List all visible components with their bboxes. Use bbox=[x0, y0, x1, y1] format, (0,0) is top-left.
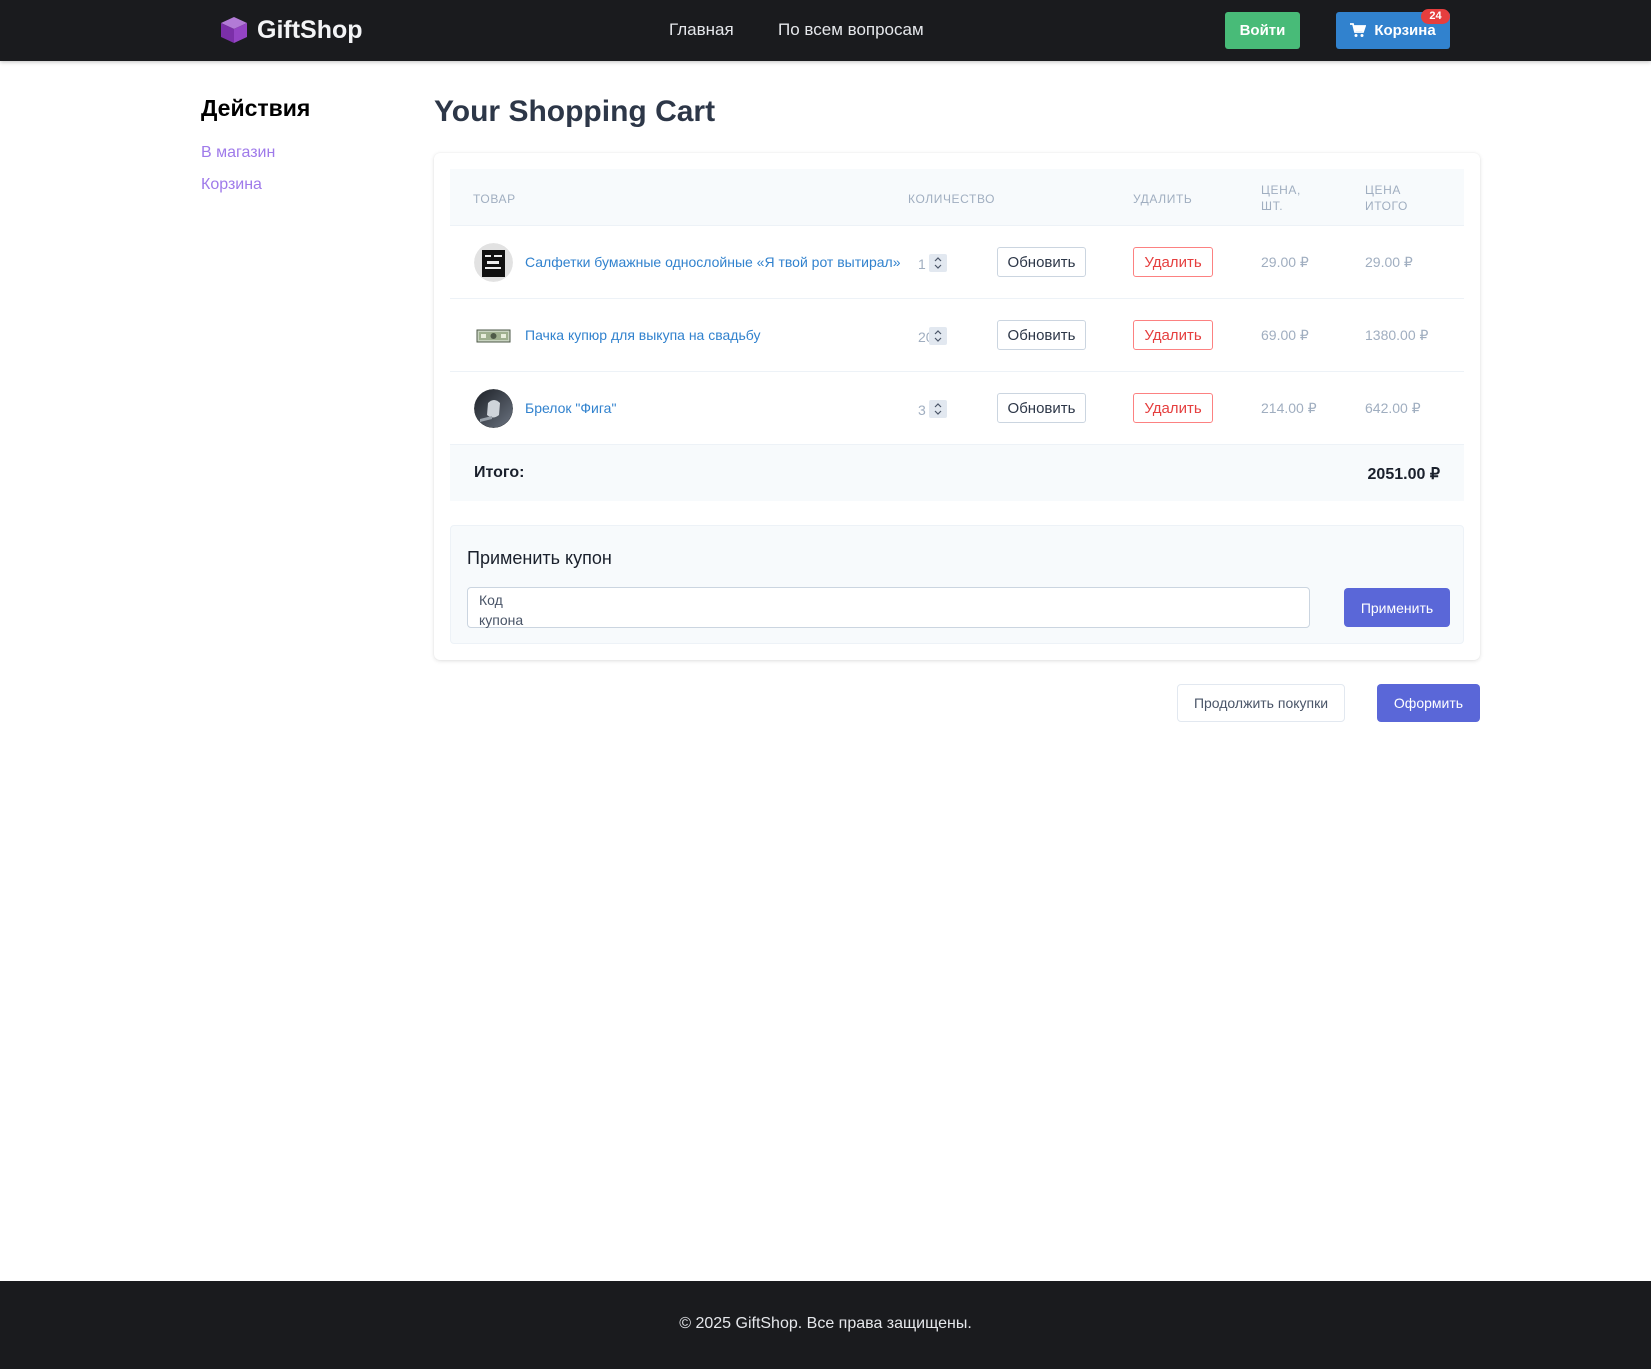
product-link[interactable]: Пачка купюр для выкупа на свадьбу bbox=[525, 327, 760, 343]
brand-logo[interactable]: GiftShop bbox=[219, 15, 363, 45]
cart-total-row: Итого: 2051.00 ₽ bbox=[450, 445, 1464, 501]
table-header: ТОВАР КОЛИЧЕСТВО УДАЛИТЬ ЦЕНА, ШТ. ЦЕНА … bbox=[450, 169, 1464, 226]
product-link[interactable]: Салфетки бумажные однослойные «Я твой ро… bbox=[525, 254, 900, 270]
cart-button-label: Корзина bbox=[1374, 22, 1436, 39]
unit-price: 214.00 ₽ bbox=[1261, 400, 1317, 416]
nav-link-home[interactable]: Главная bbox=[669, 20, 734, 40]
product-link[interactable]: Брелок "Фига" bbox=[525, 400, 616, 416]
footer-copyright: © 2025 GiftShop. Все права защищены. bbox=[679, 1315, 972, 1332]
checkout-button[interactable]: Оформить bbox=[1377, 684, 1480, 722]
total-label: Итого: bbox=[474, 464, 525, 481]
column-header-total-price: ЦЕНА ИТОГО bbox=[1365, 183, 1408, 213]
sidebar-link-cart[interactable]: Корзина bbox=[201, 176, 262, 194]
spinner-arrows-icon[interactable] bbox=[929, 254, 947, 272]
delete-button[interactable]: Удалить bbox=[1133, 320, 1213, 350]
shopping-cart-icon bbox=[1350, 23, 1367, 37]
table-row: Брелок "Фига" 3 Обновить Удалить 214.00 … bbox=[450, 372, 1464, 445]
continue-shopping-button[interactable]: Продолжить покупки bbox=[1177, 684, 1345, 722]
coupon-title: Применить купон bbox=[467, 548, 612, 568]
unit-price: 29.00 ₽ bbox=[1261, 254, 1309, 270]
brand-name: GiftShop bbox=[257, 15, 363, 44]
total-value: 2051.00 ₽ bbox=[1367, 466, 1440, 483]
row-total-price: 29.00 ₽ bbox=[1365, 254, 1413, 270]
column-header-quantity: КОЛИЧЕСТВО bbox=[908, 192, 996, 206]
quantity-stepper[interactable]: 20 bbox=[918, 327, 948, 345]
quantity-stepper[interactable]: 1 bbox=[918, 254, 948, 272]
column-header-product: ТОВАР bbox=[473, 192, 516, 206]
update-button[interactable]: Обновить bbox=[997, 320, 1086, 350]
footer: © 2025 GiftShop. Все права защищены. bbox=[0, 1281, 1651, 1369]
product-thumbnail[interactable] bbox=[474, 243, 513, 282]
nav-link-support[interactable]: По всем вопросам bbox=[778, 20, 924, 40]
sidebar-link-shop[interactable]: В магазин bbox=[201, 144, 275, 162]
update-button[interactable]: Обновить bbox=[997, 393, 1086, 423]
delete-button[interactable]: Удалить bbox=[1133, 393, 1213, 423]
table-row: Салфетки бумажные однослойные «Я твой ро… bbox=[450, 226, 1464, 299]
login-button[interactable]: Войти bbox=[1225, 12, 1300, 49]
top-navbar: GiftShop Главная По всем вопросам Войти … bbox=[0, 0, 1651, 61]
spinner-arrows-icon[interactable] bbox=[929, 327, 947, 345]
apply-coupon-button[interactable]: Применить bbox=[1344, 588, 1450, 627]
spinner-arrows-icon[interactable] bbox=[929, 400, 947, 418]
quantity-stepper[interactable]: 3 bbox=[918, 400, 948, 418]
table-row: Пачка купюр для выкупа на свадьбу 20 Обн… bbox=[450, 299, 1464, 372]
cart-card: ТОВАР КОЛИЧЕСТВО УДАЛИТЬ ЦЕНА, ШТ. ЦЕНА … bbox=[434, 153, 1480, 660]
column-header-delete: УДАЛИТЬ bbox=[1133, 192, 1193, 206]
unit-price: 69.00 ₽ bbox=[1261, 327, 1309, 343]
cart-count-badge: 24 bbox=[1421, 9, 1450, 24]
coupon-code-input[interactable] bbox=[467, 587, 1310, 628]
update-button[interactable]: Обновить bbox=[997, 247, 1086, 277]
coupon-section: Применить купон Код купона Применить bbox=[450, 525, 1464, 644]
gift-box-icon bbox=[221, 17, 247, 43]
delete-button[interactable]: Удалить bbox=[1133, 247, 1213, 277]
page-title: Your Shopping Cart bbox=[434, 95, 716, 128]
row-total-price: 642.00 ₽ bbox=[1365, 400, 1421, 416]
row-total-price: 1380.00 ₽ bbox=[1365, 327, 1429, 343]
product-thumbnail[interactable] bbox=[474, 326, 513, 346]
column-header-unit-price: ЦЕНА, ШТ. bbox=[1261, 183, 1301, 213]
product-thumbnail[interactable] bbox=[474, 389, 513, 428]
sidebar-title: Действия bbox=[201, 95, 311, 121]
